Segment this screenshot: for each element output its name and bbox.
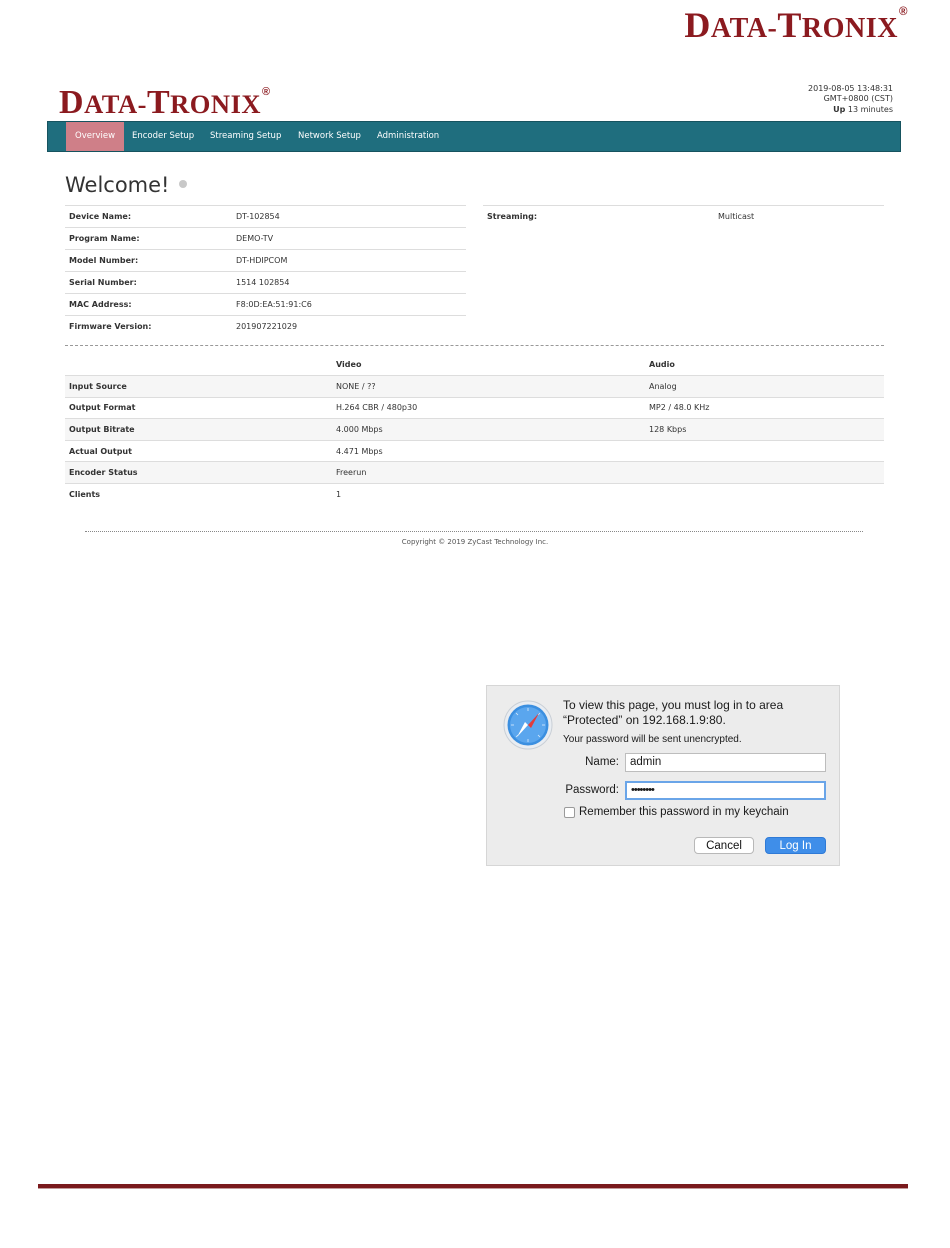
- login-message: To view this page, you must log in to ar…: [563, 698, 784, 727]
- row-audio-value: Analog: [645, 375, 884, 398]
- table-row: Encoder Status Freerun: [65, 461, 884, 484]
- logo-letter-d: D: [684, 5, 711, 45]
- table-row: Firmware Version: 201907221029: [65, 315, 466, 337]
- tab-overview[interactable]: Overview: [66, 122, 125, 151]
- table-row: Actual Output 4.471 Mbps: [65, 439, 884, 462]
- table-row: Clients 1: [65, 482, 884, 505]
- table-row: Device Name: DT-102854: [65, 205, 466, 228]
- serial-number-value: 1514 102854: [232, 271, 466, 294]
- page-title: Welcome!: [65, 173, 188, 197]
- status-datetime: 2019-08-05 13:48:31: [808, 84, 893, 93]
- row-video-value: Freerun: [332, 461, 645, 484]
- mac-address-label: MAC Address:: [65, 293, 232, 316]
- password-input[interactable]: ••••••••: [625, 781, 826, 800]
- welcome-text: Welcome!: [65, 173, 170, 197]
- name-label: Name:: [585, 756, 619, 768]
- tab-streaming-setup[interactable]: Streaming Setup: [201, 122, 290, 151]
- login-dialog: To view this page, you must log in to ar…: [486, 685, 840, 866]
- table-row: Program Name: DEMO-TV: [65, 227, 466, 250]
- registered-mark: ®: [262, 86, 271, 98]
- name-input[interactable]: admin: [625, 753, 826, 772]
- row-audio-value: 128 Kbps: [645, 418, 884, 441]
- remember-password-label[interactable]: Remember this password in my keychain: [579, 806, 789, 818]
- status-dot-icon: [179, 180, 188, 188]
- row-audio-value: [645, 461, 884, 484]
- program-name-label: Program Name:: [65, 227, 232, 250]
- system-status: 2019-08-05 13:48:31 GMT+0800 (CST) Up 13…: [808, 84, 893, 115]
- uptime-label: Up: [833, 104, 846, 114]
- row-video-value: 4.000 Mbps: [332, 418, 645, 441]
- main-navbar: Overview Encoder Setup Streaming Setup N…: [47, 121, 901, 152]
- uptime-value: 13 minutes: [847, 104, 893, 114]
- header-audio: Audio: [649, 360, 675, 369]
- row-label: Output Bitrate: [65, 418, 332, 441]
- table-row: Streaming: Multicast: [483, 205, 884, 227]
- device-info-table: Device Name: DT-102854 Program Name: DEMO-…: [65, 205, 466, 337]
- status-timezone: GMT+0800 (CST): [823, 94, 893, 104]
- tab-encoder-setup[interactable]: Encoder Setup: [123, 122, 203, 151]
- firmware-version-value: 201907221029: [232, 315, 466, 337]
- header-empty: [65, 354, 332, 376]
- section-divider: [65, 345, 884, 346]
- encoder-status-table: Video Audio Input Source NONE / ?? Analo…: [65, 354, 884, 505]
- serial-number-label: Serial Number:: [65, 271, 232, 294]
- unencrypted-warning: Your password will be sent unencrypted.: [563, 734, 742, 745]
- footer-rule: [38, 1184, 908, 1189]
- table-row: Model Number: DT-HDIPCOM: [65, 249, 466, 272]
- mac-address-value: F8:0D:EA:51:91:C6: [232, 293, 466, 316]
- table-header-row: Video Audio: [65, 354, 884, 376]
- log-in-button[interactable]: Log In: [765, 837, 826, 854]
- row-video-value: 4.471 Mbps: [332, 439, 645, 462]
- logo-text-ronix: RONIX: [801, 13, 898, 44]
- table-row: Output Bitrate 4.000 Mbps 128 Kbps: [65, 418, 884, 441]
- logo-letter-d: D: [59, 84, 85, 121]
- data-tronix-logo: DATA-TRONIX®: [59, 84, 271, 122]
- header-video: Video: [336, 360, 362, 369]
- tab-administration[interactable]: Administration: [368, 122, 448, 151]
- row-video-value: NONE / ??: [332, 375, 645, 398]
- table-row: Input Source NONE / ?? Analog: [65, 375, 884, 398]
- device-name-value: DT-102854: [232, 205, 466, 228]
- cancel-button[interactable]: Cancel: [694, 837, 754, 854]
- row-audio-value: [645, 482, 884, 505]
- row-label: Output Format: [65, 396, 332, 419]
- row-video-value: H.264 CBR / 480p30: [332, 396, 645, 419]
- table-row: Output Format H.264 CBR / 480p30 MP2 / 4…: [65, 396, 884, 419]
- program-name-value: DEMO-TV: [232, 227, 466, 250]
- streaming-value: Multicast: [714, 205, 884, 227]
- status-uptime: Up 13 minutes: [808, 105, 893, 115]
- registered-mark: ®: [899, 6, 908, 18]
- streaming-info-table: Streaming: Multicast: [483, 205, 884, 227]
- logo-letter-t: T: [777, 5, 802, 45]
- safari-compass-icon: [503, 700, 553, 750]
- row-label: Input Source: [65, 375, 332, 398]
- streaming-label: Streaming:: [483, 205, 714, 227]
- row-audio-value: [645, 439, 884, 462]
- footer-divider: [85, 531, 863, 532]
- copyright-text: Copyright © 2019 ZyCast Technology Inc.: [401, 538, 549, 546]
- logo-text-ata: ATA-: [84, 89, 147, 119]
- remember-password-checkbox[interactable]: [564, 807, 575, 818]
- device-name-label: Device Name:: [65, 205, 232, 228]
- tab-network-setup[interactable]: Network Setup: [289, 122, 370, 151]
- logo-text-ronix: RONIX: [170, 89, 262, 119]
- row-audio-value: MP2 / 48.0 KHz: [645, 396, 884, 419]
- data-tronix-logo-header: DATA-TRONIX®: [684, 4, 908, 46]
- model-number-value: DT-HDIPCOM: [232, 249, 466, 272]
- firmware-version-label: Firmware Version:: [65, 315, 232, 337]
- table-row: MAC Address: F8:0D:EA:51:91:C6: [65, 293, 466, 316]
- row-label: Actual Output: [65, 439, 332, 462]
- row-video-value: 1: [332, 482, 645, 505]
- row-label: Clients: [65, 482, 332, 505]
- table-row: Serial Number: 1514 102854: [65, 271, 466, 294]
- password-label: Password:: [565, 784, 619, 796]
- row-label: Encoder Status: [65, 461, 332, 484]
- logo-letter-t: T: [146, 84, 171, 121]
- model-number-label: Model Number:: [65, 249, 232, 272]
- logo-text-ata: ATA-: [710, 13, 778, 44]
